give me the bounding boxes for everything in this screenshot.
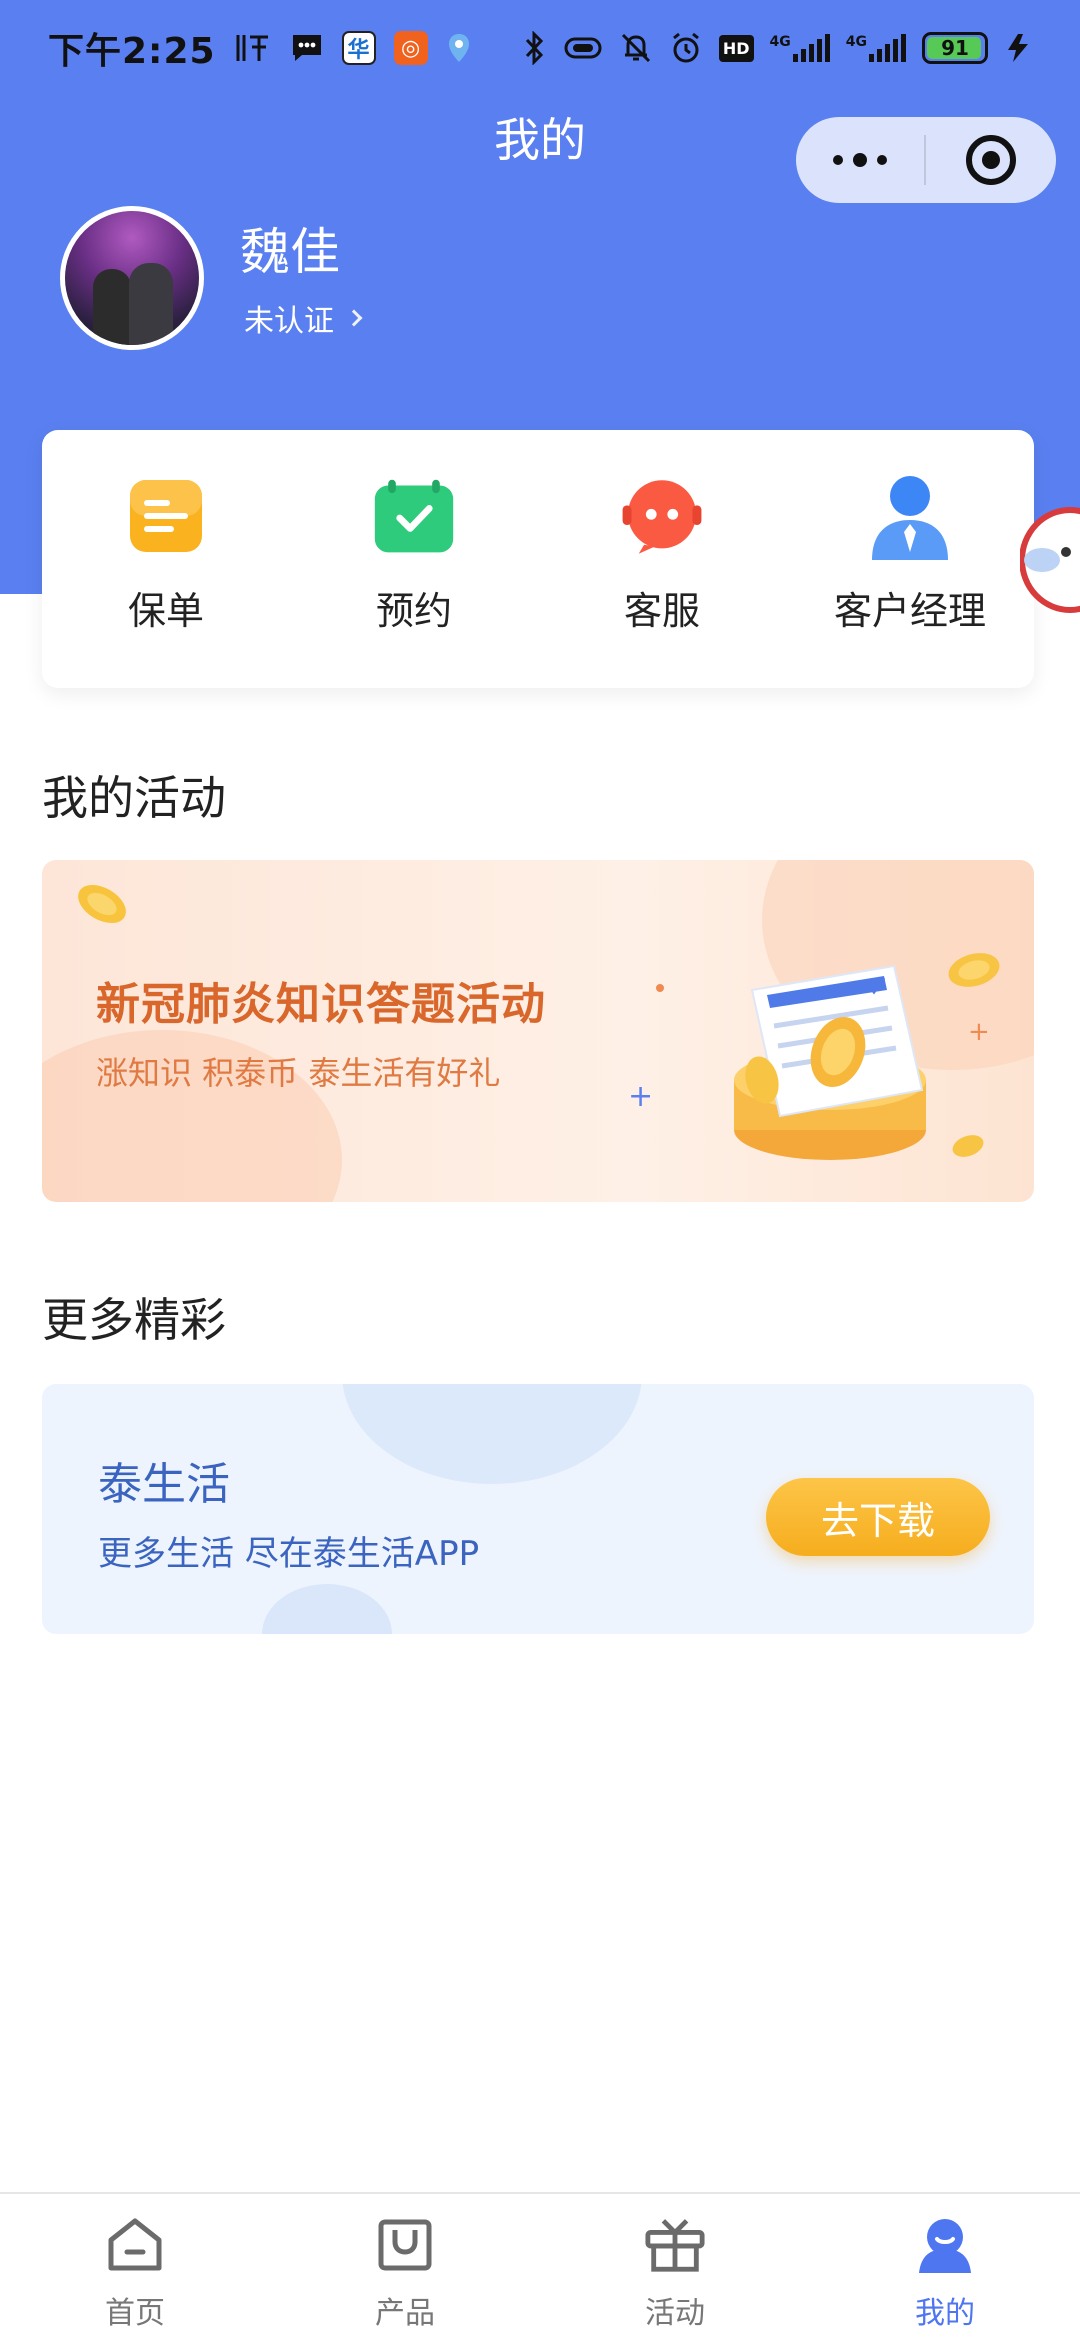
signal-2: 4G	[846, 34, 906, 62]
tab-label: 首页	[105, 2296, 165, 2331]
alarm-icon	[672, 32, 699, 63]
tab-products[interactable]: 产品	[270, 2194, 540, 2340]
banner-subtitle: 涨知识 积泰币 泰生活有好礼	[96, 1054, 501, 1092]
quick-item-label: 客户经理	[833, 589, 986, 633]
listen-icon	[236, 35, 268, 61]
battery-icon: 91	[922, 32, 988, 64]
quick-item-manager[interactable]: 客户经理	[786, 430, 1034, 688]
calendar-check-icon	[371, 474, 457, 560]
quick-menu-card: 保单 预约 客服 客户经理	[42, 430, 1034, 688]
system-icons: HD 4G 4G 91	[523, 31, 1032, 65]
signal-bars-icon	[792, 34, 830, 62]
more-dots-icon	[833, 155, 843, 165]
avatar[interactable]	[60, 206, 204, 350]
tab-activities[interactable]: 活动	[540, 2194, 810, 2340]
section-title-activities: 我的活动	[42, 771, 226, 825]
promo-title: 泰生活	[98, 1459, 230, 1510]
download-button[interactable]: 去下载	[766, 1478, 990, 1556]
target-icon	[966, 135, 1016, 185]
status-bar: 下午2:25 华 ◎ HD 4G 4G 91	[0, 0, 1080, 96]
activity-banner[interactable]: 新冠肺炎知识答题活动 涨知识 积泰币 泰生活有好礼 + +	[42, 860, 1034, 1202]
bluetooth-icon	[525, 31, 543, 65]
message-icon	[292, 35, 321, 61]
quick-item-policy[interactable]: 保单	[42, 430, 290, 688]
floating-mascot-icon[interactable]	[1020, 500, 1080, 620]
tab-label: 活动	[645, 2296, 705, 2331]
quick-item-label: 保单	[127, 589, 204, 633]
manager-icon	[867, 474, 953, 560]
location-icon	[448, 34, 469, 62]
verify-status-label: 未认证	[244, 304, 334, 339]
svg-text:+: +	[628, 1079, 653, 1114]
user-name: 魏佳	[240, 223, 340, 281]
section-title-more: 更多精彩	[42, 1293, 226, 1347]
banner-title: 新冠肺炎知识答题活动	[96, 979, 546, 1030]
charging-icon	[1008, 34, 1028, 62]
quick-item-label: 客服	[623, 589, 700, 633]
vibrate-icon	[564, 37, 602, 59]
quick-item-appointment[interactable]: 预约	[290, 430, 538, 688]
mute-icon	[621, 33, 650, 63]
service-robot-icon	[619, 474, 705, 560]
promo-subtitle: 更多生活 尽在泰生活APP	[98, 1534, 480, 1574]
app-notification-icon: 华	[341, 31, 376, 65]
tab-home[interactable]: 首页	[0, 2194, 270, 2340]
battery-level: 91	[941, 36, 969, 60]
bag-icon	[374, 2214, 436, 2276]
tab-label: 我的	[915, 2296, 975, 2331]
hd-badge: HD	[718, 34, 754, 62]
app-promo-card[interactable]: 泰生活 更多生活 尽在泰生活APP 去下载	[42, 1384, 1034, 1634]
miniprogram-capsule	[796, 117, 1056, 203]
network-type-2: 4G	[845, 34, 867, 50]
quick-item-service[interactable]: 客服	[538, 430, 786, 688]
coin-icon	[78, 885, 126, 923]
tab-bar: 首页 产品 活动 我的	[0, 2192, 1080, 2340]
network-type-1: 4G	[769, 34, 791, 50]
notification-icons: 华 ◎	[234, 31, 472, 65]
close-button[interactable]	[926, 135, 1056, 185]
svg-text:+: +	[968, 1017, 990, 1047]
policy-icon	[123, 474, 209, 560]
signal-bars-icon	[869, 34, 906, 62]
profile-icon	[914, 2214, 976, 2276]
quick-item-label: 预约	[375, 589, 452, 633]
gift-icon	[644, 2214, 706, 2276]
signal-1: 4G	[770, 34, 830, 62]
tab-profile[interactable]: 我的	[810, 2194, 1080, 2340]
chevron-right-icon	[345, 309, 363, 327]
app-orange-icon: ◎	[393, 31, 428, 65]
home-icon	[104, 2214, 166, 2276]
quiz-coins-illustration: + +	[628, 953, 1000, 1160]
tab-label: 产品	[375, 2296, 435, 2331]
status-time: 下午2:25	[48, 31, 216, 72]
more-button[interactable]	[796, 117, 924, 203]
verify-status-link[interactable]: 未认证	[244, 296, 363, 340]
